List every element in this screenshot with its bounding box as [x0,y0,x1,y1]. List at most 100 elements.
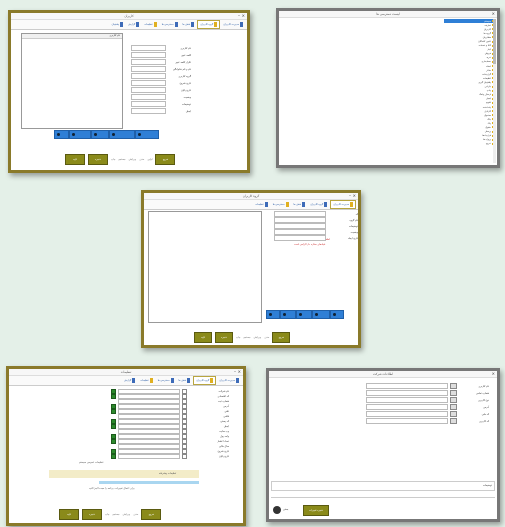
confirm-button[interactable]: تایید [65,153,85,165]
screenshot-canvas: { "window_a": { "title": "کاربران", "clo… [0,0,505,527]
close-icon[interactable]: × [492,371,495,377]
tab-settings[interactable]: تنظیمات [138,377,154,384]
close-icon[interactable]: × [238,369,241,375]
tab-report[interactable]: گزارش [122,377,137,384]
settings-label: تاریخ شروع [217,450,229,453]
form-input[interactable] [131,66,166,72]
edit-tool[interactable]: ویرایش [129,158,137,161]
tab-manage-users[interactable]: مدیریت کاربران [217,377,241,384]
form-input[interactable] [366,411,448,417]
minimize-icon[interactable]: – [349,193,351,199]
field-button[interactable] [450,383,457,389]
exit-button[interactable]: خروج [141,508,162,520]
tree-node[interactable]: خروج [444,142,494,146]
edit-tool[interactable]: ویرایش [123,513,131,516]
delete-button[interactable] [91,130,109,139]
field-button[interactable] [450,397,457,403]
close-icon[interactable]: × [353,193,356,199]
form-input[interactable] [131,73,166,79]
minimize-icon[interactable]: – [238,13,240,19]
save-toolbar-button[interactable]: ذخیره [88,153,108,165]
delete-tool[interactable]: حذف [264,336,269,339]
exit-button[interactable]: خروج [272,331,291,343]
search-tool[interactable]: جستجو [243,336,250,339]
dropdown-arrow-icon[interactable] [182,454,187,459]
tree-scrollbar[interactable] [493,19,496,163]
confirm-button[interactable]: تایید [194,331,212,343]
scrollbar-thumb[interactable] [493,19,496,64]
save-button[interactable] [109,130,135,139]
form-input[interactable] [366,390,448,396]
form-input[interactable] [366,383,448,389]
new-button[interactable] [54,130,69,139]
tab-roles[interactable]: نقش ها [181,21,197,28]
form-input[interactable] [366,418,448,424]
tree-node-label: کاربران [483,27,491,31]
minimize-icon[interactable]: – [234,369,236,375]
field-button[interactable] [450,418,457,424]
search-tool[interactable]: جستجو [112,513,119,516]
print-tool[interactable]: چاپ [236,336,240,339]
form-input[interactable] [274,235,326,241]
tab-roles[interactable]: نقش ها [292,201,308,208]
exit-button[interactable]: خروج [155,153,176,165]
print-tool[interactable]: چاپ [105,513,109,516]
form-input[interactable] [131,80,166,86]
search-tool[interactable]: جستجو [118,158,125,161]
new-button[interactable] [266,310,280,319]
form-input[interactable] [131,45,166,51]
form-input[interactable] [131,87,166,93]
tab-settings[interactable]: تنظیمات [253,201,269,208]
edit-button[interactable] [280,310,296,319]
toggle-button[interactable] [111,454,116,459]
users-listbox[interactable]: نام کاربری [21,33,123,129]
tab-user-groups[interactable]: گروه کاربران [197,20,221,29]
field-button[interactable] [450,404,457,410]
tab-permissions[interactable]: دسترسی ها [271,201,291,208]
form-input[interactable] [131,59,166,65]
first-tool[interactable]: اولین [147,158,152,161]
close-icon[interactable]: × [242,13,245,19]
cancel-button[interactable] [135,130,159,139]
confirm-button[interactable]: تایید [59,508,79,520]
edit-tool[interactable]: ویرایش [254,336,262,339]
tree-node-label: سیستم [484,19,491,23]
form-input[interactable] [131,101,166,107]
close-icon[interactable]: × [492,11,495,17]
save-button[interactable] [312,310,330,319]
form-input[interactable] [131,52,166,58]
groups-listbox[interactable] [148,211,262,323]
tab-report[interactable]: گزارش [126,21,141,28]
form-input[interactable] [366,397,448,403]
delete-tool[interactable]: حذف [139,158,144,161]
form-input[interactable] [366,404,448,410]
tab-label: دسترسی ها [161,23,174,26]
tab-settings[interactable]: تنظیمات [142,21,158,28]
edit-button[interactable] [69,130,91,139]
user-icon [236,378,239,383]
cancel-icon [138,132,141,136]
delete-tool[interactable]: حذف [133,513,138,516]
tab-user-groups[interactable]: گروه کاربران [308,201,329,208]
cancel-button[interactable] [330,310,344,319]
tree-node-label: خرید [486,56,491,60]
form-input[interactable] [131,94,166,100]
tab-roles[interactable]: نقش ها [177,377,193,384]
save-toolbar-button[interactable]: ذخیره [215,331,233,343]
tab-manage-users[interactable]: مدیریت کاربران [330,200,356,209]
field-button[interactable] [450,411,457,417]
tab-permissions[interactable]: دسترسی ها [160,21,180,28]
tab-manage-users[interactable]: مدیریت کاربران [221,21,245,28]
save-toolbar-button[interactable]: ذخیره [82,508,102,520]
close-window-button[interactable]: بستن [273,505,297,514]
settings-input[interactable] [118,454,180,459]
tab-backup[interactable]: پشتیبان [110,21,125,28]
tab-user-groups[interactable]: گروه کاربران [193,376,217,385]
permissions-tree[interactable]: سیستم تعاریف کاربران گروه ها مشتریان تامین کن… [444,19,494,146]
field-button[interactable] [450,390,457,396]
tab-permissions[interactable]: دسترسی ها [156,377,176,384]
delete-button[interactable] [296,310,312,319]
form-input[interactable] [131,108,166,114]
save-changes-button[interactable]: ذخیره تغییرات [303,505,329,516]
print-tool[interactable]: چاپ [111,158,115,161]
